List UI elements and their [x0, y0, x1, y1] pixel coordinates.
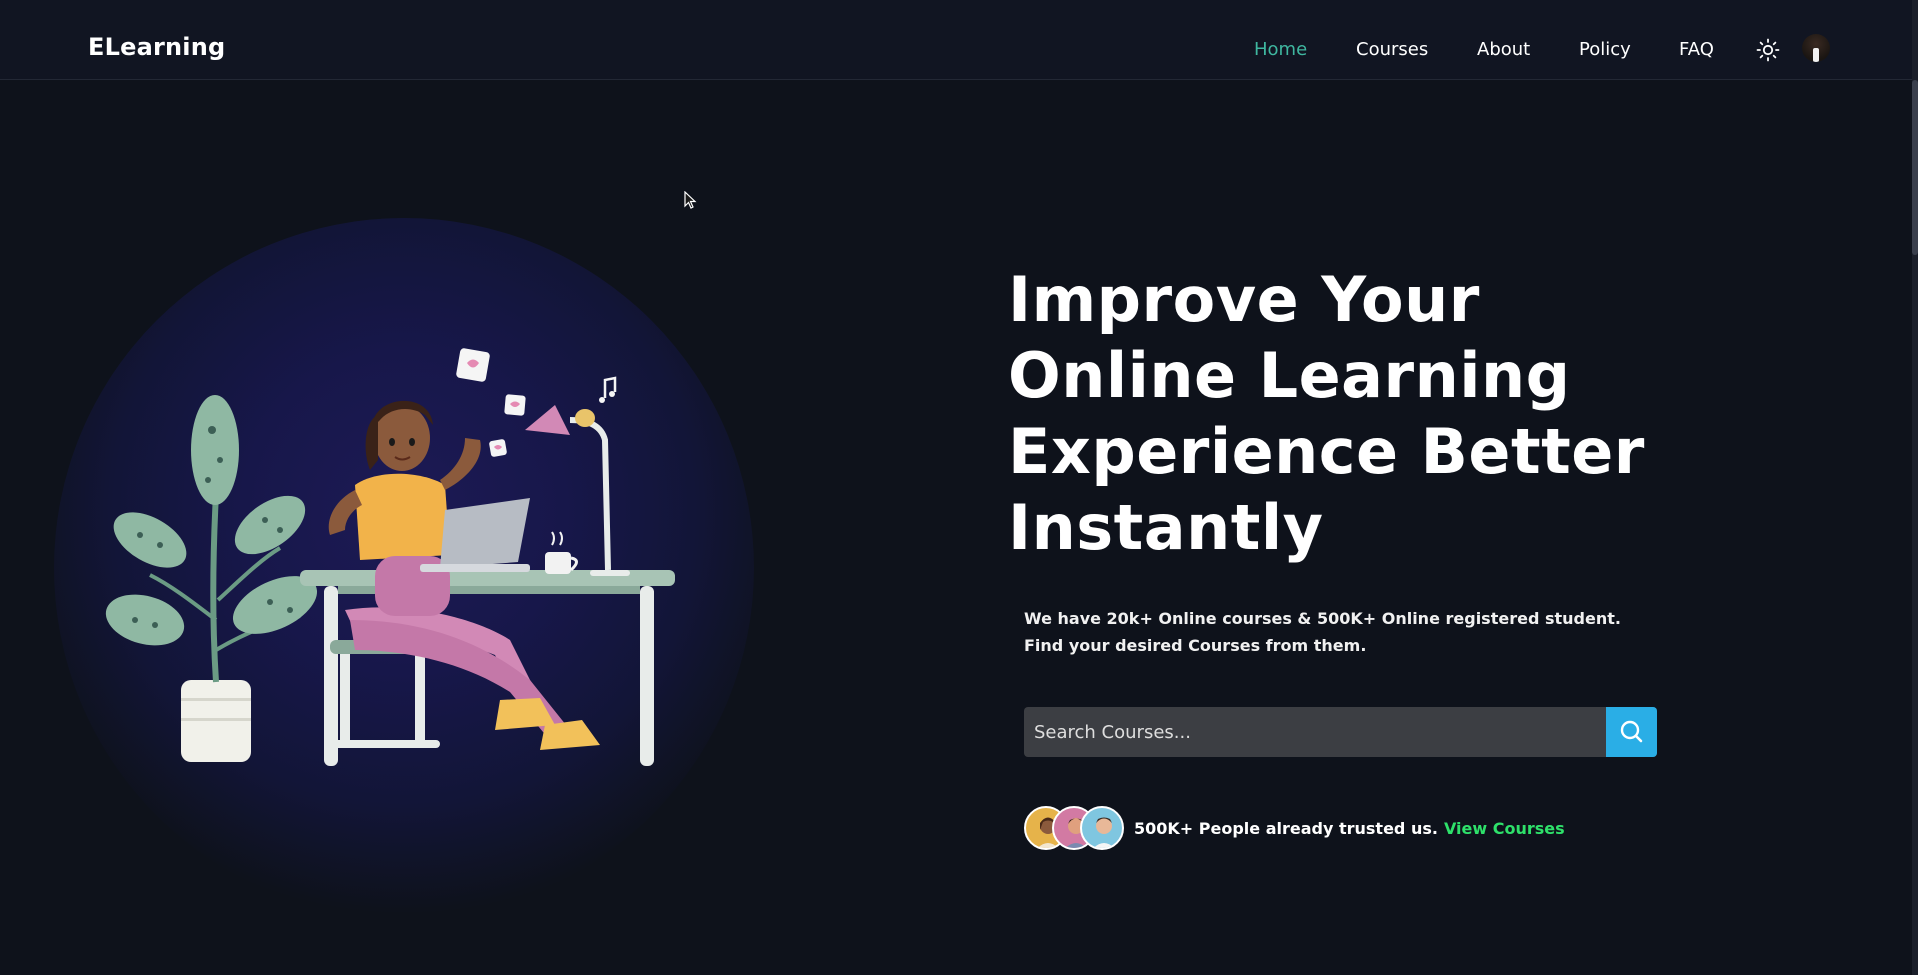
view-courses-link[interactable]: View Courses — [1444, 819, 1565, 838]
headline-line: Improve Your — [1008, 263, 1480, 336]
profile-avatar[interactable] — [1802, 34, 1830, 62]
mouse-cursor-icon — [684, 191, 697, 209]
avatar-figure — [1813, 48, 1819, 62]
nav-link-about[interactable]: About — [1477, 39, 1530, 60]
trust-text: 500K+ People already trusted us. View Cou… — [1134, 819, 1565, 838]
page: ELearning Home Courses About Policy FAQ — [0, 0, 1918, 975]
avatar-stack — [1024, 806, 1124, 852]
hero-subtext: We have 20k+ Online courses & 500K+ Onli… — [1024, 609, 1621, 655]
woman-at-desk-illustration — [105, 348, 675, 766]
headline-line: Online Learning — [1008, 339, 1571, 412]
sun-icon — [1756, 38, 1780, 62]
scrollbar-thumb[interactable] — [1912, 80, 1918, 255]
site-logo[interactable]: ELearning — [88, 33, 225, 61]
nav-link-faq[interactable]: FAQ — [1679, 39, 1714, 60]
search-button[interactable] — [1606, 707, 1657, 757]
search-input[interactable] — [1024, 707, 1605, 757]
course-search-bar — [1024, 707, 1657, 757]
headline-line: Instantly — [1008, 491, 1324, 564]
nav-link-courses[interactable]: Courses — [1356, 39, 1428, 60]
navbar: ELearning Home Courses About Policy FAQ — [0, 0, 1918, 80]
person-icon — [1093, 817, 1115, 848]
hero-headline: Improve Your Online Learning Experience … — [1008, 262, 1648, 566]
trust-message: 500K+ People already trusted us. — [1134, 819, 1438, 838]
headline-line: Experience Better — [1008, 415, 1645, 488]
avatar — [1080, 806, 1124, 850]
nav-link-home[interactable]: Home — [1254, 39, 1307, 60]
trust-row: 500K+ People already trusted us. View Cou… — [1024, 806, 1664, 852]
search-icon — [1620, 720, 1643, 743]
theme-toggle-button[interactable] — [1756, 38, 1780, 62]
nav-link-policy[interactable]: Policy — [1579, 39, 1631, 60]
